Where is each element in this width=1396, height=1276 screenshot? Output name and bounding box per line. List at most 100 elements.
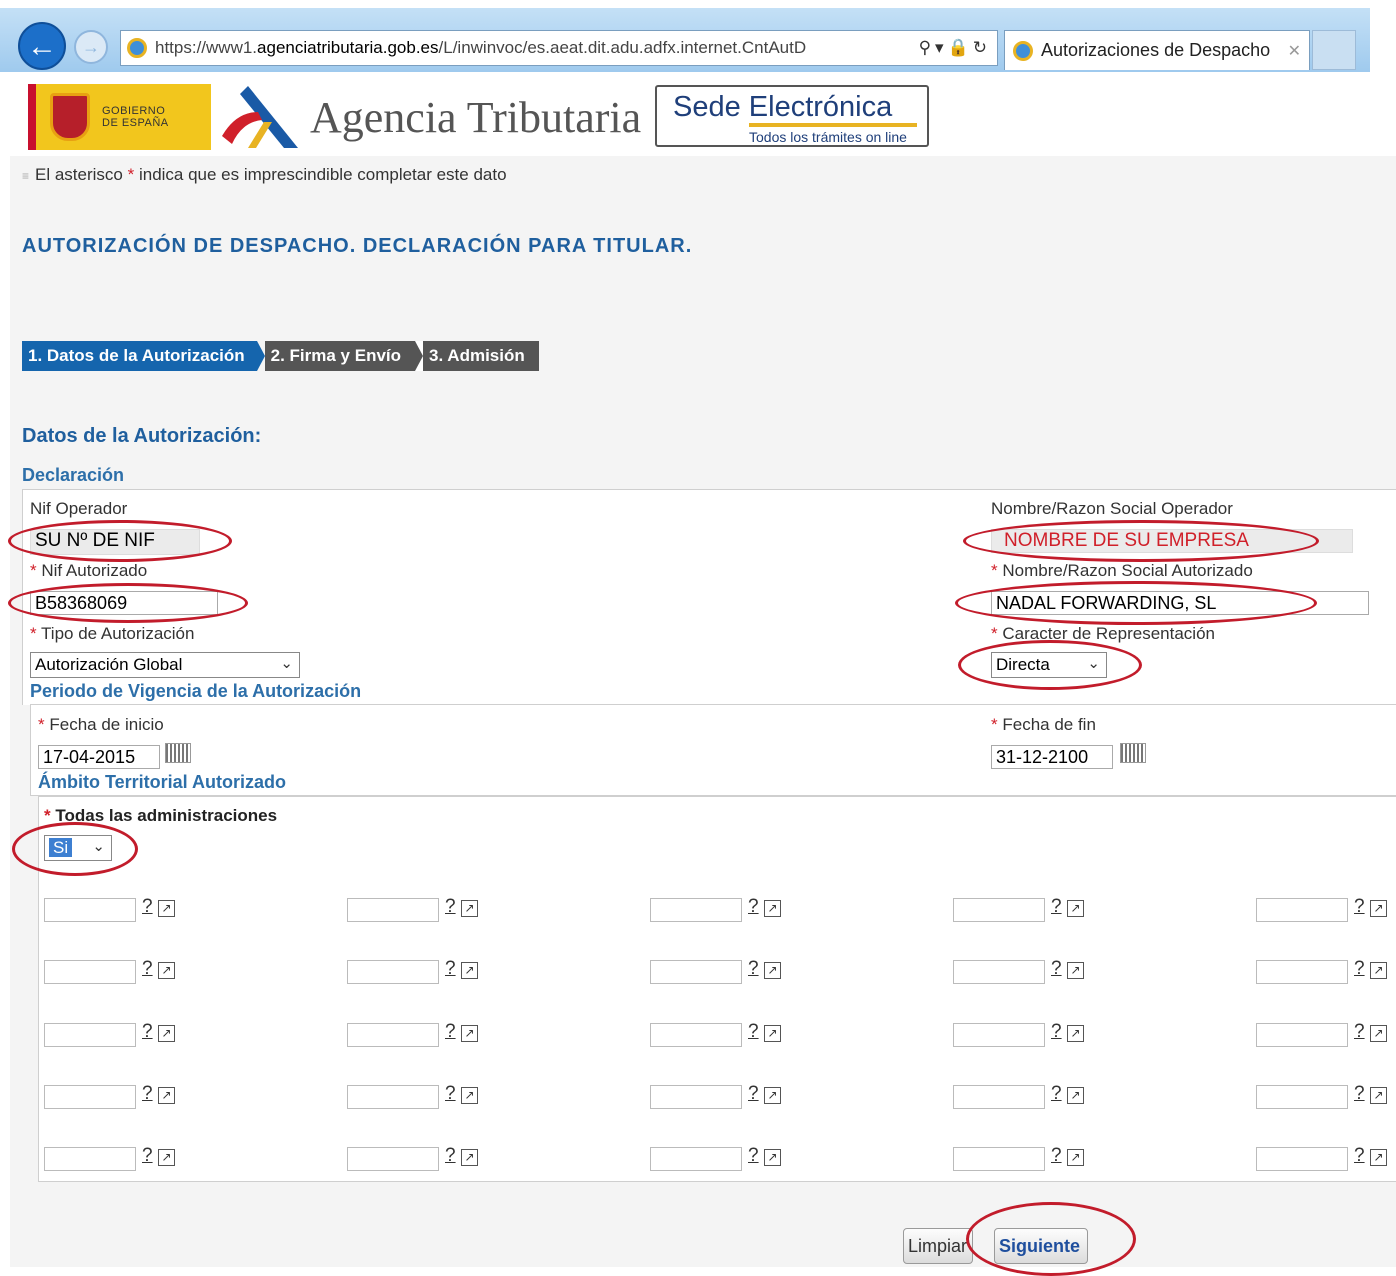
help-icon[interactable]: ? xyxy=(1354,1145,1365,1167)
help-icon[interactable]: ? xyxy=(142,1145,153,1167)
admin-code-input[interactable] xyxy=(650,1023,742,1047)
nombre-autorizado-input[interactable]: NADAL FORWARDING, SL xyxy=(991,591,1369,615)
admin-code-input[interactable] xyxy=(44,960,136,984)
admin-code-input[interactable] xyxy=(1256,1147,1348,1171)
help-icon[interactable]: ? xyxy=(1051,1021,1062,1043)
admin-code-input[interactable] xyxy=(44,1023,136,1047)
admin-code-input[interactable] xyxy=(953,960,1045,984)
popup-icon[interactable]: ↗ xyxy=(1370,1087,1387,1104)
popup-icon[interactable]: ↗ xyxy=(764,1149,781,1166)
help-icon[interactable]: ? xyxy=(142,958,153,980)
fecha-inicio-input[interactable]: 17-04-2015 xyxy=(38,745,160,769)
calendar-icon[interactable] xyxy=(1120,743,1146,763)
popup-icon[interactable]: ↗ xyxy=(461,1149,478,1166)
admin-code-input[interactable] xyxy=(347,1085,439,1109)
admin-code-input[interactable] xyxy=(650,1147,742,1171)
dropdown-icon[interactable]: ▾ xyxy=(935,38,948,57)
admin-code-input[interactable] xyxy=(953,1147,1045,1171)
admin-code-input[interactable] xyxy=(1256,1085,1348,1109)
admin-code-input[interactable] xyxy=(347,1147,439,1171)
admin-code-input[interactable] xyxy=(1256,898,1348,922)
help-icon[interactable]: ? xyxy=(445,958,456,980)
popup-icon[interactable]: ↗ xyxy=(764,1087,781,1104)
fecha-fin-input[interactable]: 31-12-2100 xyxy=(991,745,1113,769)
popup-icon[interactable]: ↗ xyxy=(461,962,478,979)
help-icon[interactable]: ? xyxy=(1051,958,1062,980)
admin-code-input[interactable] xyxy=(1256,1023,1348,1047)
help-icon[interactable]: ? xyxy=(1051,896,1062,918)
help-icon[interactable]: ? xyxy=(445,896,456,918)
popup-icon[interactable]: ↗ xyxy=(461,900,478,917)
admin-code-input[interactable] xyxy=(650,1085,742,1109)
search-icon[interactable]: ⚲ xyxy=(919,38,935,57)
admin-code-input[interactable] xyxy=(1256,960,1348,984)
help-icon[interactable]: ? xyxy=(748,1083,759,1105)
sede-electronica-logo[interactable]: Sede Electrónica Todos los trámites on l… xyxy=(655,85,929,147)
help-icon[interactable]: ? xyxy=(445,1083,456,1105)
help-icon[interactable]: ? xyxy=(1354,896,1365,918)
popup-icon[interactable]: ↗ xyxy=(764,900,781,917)
help-icon[interactable]: ? xyxy=(1354,1021,1365,1043)
help-icon[interactable]: ? xyxy=(1354,1083,1365,1105)
help-icon[interactable]: ? xyxy=(142,896,153,918)
popup-icon[interactable]: ↗ xyxy=(1370,900,1387,917)
admin-code-input[interactable] xyxy=(347,1023,439,1047)
close-icon[interactable]: ✕ xyxy=(1288,41,1301,61)
popup-icon[interactable]: ↗ xyxy=(764,962,781,979)
admin-code-input[interactable] xyxy=(953,1023,1045,1047)
popup-icon[interactable]: ↗ xyxy=(1067,1025,1084,1042)
help-icon[interactable]: ? xyxy=(445,1145,456,1167)
limpiar-button[interactable]: Limpiar xyxy=(903,1228,973,1264)
refresh-icon[interactable]: ↻ xyxy=(973,38,991,57)
popup-icon[interactable]: ↗ xyxy=(461,1087,478,1104)
help-icon[interactable]: ? xyxy=(1051,1145,1062,1167)
popup-icon[interactable]: ↗ xyxy=(158,1149,175,1166)
help-icon[interactable]: ? xyxy=(748,1145,759,1167)
admin-code-input[interactable] xyxy=(953,898,1045,922)
help-icon[interactable]: ? xyxy=(748,958,759,980)
popup-icon[interactable]: ↗ xyxy=(1370,1149,1387,1166)
help-icon[interactable]: ? xyxy=(142,1083,153,1105)
help-icon[interactable]: ? xyxy=(1051,1083,1062,1105)
popup-icon[interactable]: ↗ xyxy=(764,1025,781,1042)
browser-tab[interactable]: Autorizaciones de Despacho ✕ xyxy=(1004,30,1310,70)
help-icon[interactable]: ? xyxy=(748,1021,759,1043)
admin-code-input[interactable] xyxy=(44,1147,136,1171)
nif-operador-field[interactable]: SU Nº DE NIF xyxy=(30,529,200,555)
address-bar[interactable]: https://www1.agenciatributaria.gob.es/L/… xyxy=(120,30,998,66)
popup-icon[interactable]: ↗ xyxy=(461,1025,478,1042)
lock-icon[interactable]: 🔒 xyxy=(948,38,973,57)
popup-icon[interactable]: ↗ xyxy=(158,1025,175,1042)
popup-icon[interactable]: ↗ xyxy=(1067,962,1084,979)
help-icon[interactable]: ? xyxy=(142,1021,153,1043)
admin-code-input[interactable] xyxy=(953,1085,1045,1109)
admin-code-input[interactable] xyxy=(650,960,742,984)
admin-code-input[interactable] xyxy=(347,898,439,922)
calendar-icon[interactable] xyxy=(165,743,191,763)
nombre-operador-field[interactable]: NOMBRE DE SU EMPRESA xyxy=(991,529,1353,553)
caracter-representacion-select[interactable]: Directa ⌄ xyxy=(991,652,1107,678)
tipo-autorizacion-select[interactable]: Autorización Global ⌄ xyxy=(30,652,300,678)
admin-code-input[interactable] xyxy=(650,898,742,922)
todas-administraciones-select[interactable]: Si ⌄ xyxy=(44,835,112,861)
new-tab-button[interactable] xyxy=(1312,30,1356,70)
siguiente-button[interactable]: Siguiente xyxy=(994,1228,1088,1264)
popup-icon[interactable]: ↗ xyxy=(1370,1025,1387,1042)
back-arrow-icon[interactable]: ← xyxy=(18,22,66,70)
help-icon[interactable]: ? xyxy=(1354,958,1365,980)
popup-icon[interactable]: ↗ xyxy=(158,900,175,917)
admin-code-input[interactable] xyxy=(44,1085,136,1109)
popup-icon[interactable]: ↗ xyxy=(1370,962,1387,979)
help-icon[interactable]: ? xyxy=(445,1021,456,1043)
nif-autorizado-input[interactable]: B58368069 xyxy=(30,591,218,615)
admin-code-input[interactable] xyxy=(44,898,136,922)
forward-arrow-icon[interactable]: → xyxy=(74,30,108,64)
help-icon[interactable]: ? xyxy=(748,896,759,918)
popup-icon[interactable]: ↗ xyxy=(1067,900,1084,917)
agency-name[interactable]: Agencia Tributaria xyxy=(310,92,641,143)
admin-code-input[interactable] xyxy=(347,960,439,984)
popup-icon[interactable]: ↗ xyxy=(1067,1149,1084,1166)
popup-icon[interactable]: ↗ xyxy=(158,962,175,979)
popup-icon[interactable]: ↗ xyxy=(1067,1087,1084,1104)
popup-icon[interactable]: ↗ xyxy=(158,1087,175,1104)
